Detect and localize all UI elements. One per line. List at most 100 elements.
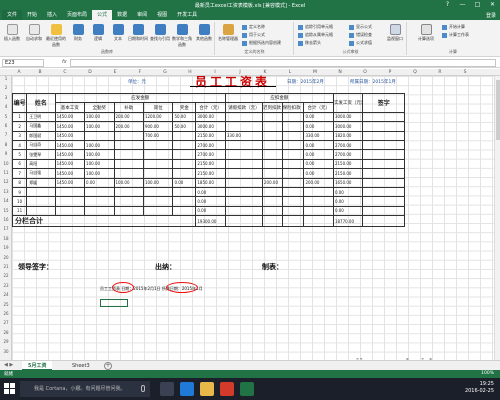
table-cell[interactable] — [303, 215, 334, 228]
table-cell[interactable]: 200.00 — [262, 177, 283, 188]
row-header[interactable]: 22 — [0, 273, 12, 278]
table-cell[interactable]: 200.00 — [303, 177, 334, 188]
watch-window-button[interactable]: 监视窗口 — [385, 24, 405, 42]
table-cell[interactable]: 1850.00 — [195, 177, 226, 188]
row-number[interactable]: 8 — [11, 177, 28, 188]
column-header[interactable]: A — [12, 69, 26, 76]
autosum-button[interactable]: 自动求和 — [24, 24, 44, 42]
row-header[interactable]: 2 — [0, 85, 12, 90]
name-box[interactable]: E23 — [2, 59, 44, 67]
tab-home[interactable]: 开始 — [22, 10, 42, 20]
total-net[interactable]: 18770.00 — [332, 215, 364, 228]
calc-sheet-item[interactable]: 计算工作表 — [442, 32, 469, 38]
row-header[interactable]: 9 — [0, 151, 12, 156]
table-cell[interactable] — [172, 149, 197, 160]
table-cell[interactable]: 2150.00 — [332, 158, 364, 170]
table-cell[interactable]: 3000.00 — [195, 121, 226, 132]
column-header[interactable]: S — [454, 69, 476, 76]
table-cell[interactable] — [172, 168, 197, 179]
zoom-level[interactable]: 100% — [481, 371, 494, 376]
row-header[interactable]: 6 — [0, 123, 12, 128]
column-header[interactable]: C — [54, 69, 76, 76]
table-cell[interactable] — [281, 205, 305, 217]
table-cell[interactable] — [172, 205, 197, 217]
signature-cell[interactable] — [362, 121, 405, 132]
table-cell[interactable]: 1450.00 — [54, 139, 86, 151]
table-cell[interactable] — [281, 149, 305, 160]
table-cell[interactable] — [224, 168, 264, 179]
create-from-selection-item[interactable]: 根据所选内容创建 — [242, 40, 281, 46]
table-cell[interactable]: 100.00 — [84, 168, 115, 179]
name-manager-button[interactable]: 名称管理器 — [218, 24, 238, 42]
table-cell[interactable]: 2150.00 — [195, 130, 226, 141]
column-header[interactable]: L — [279, 69, 301, 76]
table-cell[interactable]: 0.00 — [332, 205, 364, 217]
signature-cell[interactable] — [362, 111, 405, 123]
system-clock[interactable]: 19:25 2016-02-25 — [465, 381, 494, 395]
table-cell[interactable] — [172, 196, 197, 207]
employee-name[interactable]: 郎国斌 — [26, 130, 56, 141]
logical-button[interactable]: 逻辑 — [88, 24, 108, 42]
signature-cell[interactable] — [362, 205, 405, 217]
table-cell[interactable] — [84, 196, 115, 207]
table-cell[interactable]: 1450.00 — [54, 158, 86, 170]
selected-cell[interactable] — [100, 299, 128, 307]
column-header[interactable]: E — [104, 69, 126, 76]
row-number[interactable]: 4 — [11, 139, 28, 151]
table-cell[interactable] — [281, 215, 305, 228]
table-cell[interactable]: 100.00 — [113, 177, 144, 188]
table-cell[interactable] — [281, 168, 305, 179]
column-header[interactable]: N — [329, 69, 351, 76]
table-cell[interactable]: 1820.00 — [332, 130, 364, 141]
signature-cell[interactable] — [362, 158, 405, 170]
row-header[interactable]: 24 — [0, 292, 12, 297]
row-number[interactable]: 7 — [11, 168, 28, 179]
tab-insert[interactable]: 插入 — [42, 10, 62, 20]
table-cell[interactable] — [224, 149, 264, 160]
table-cell[interactable] — [172, 139, 197, 151]
table-cell[interactable]: 1450.00 — [54, 121, 86, 132]
table-cell[interactable] — [224, 215, 264, 228]
table-cell[interactable] — [262, 186, 283, 198]
row-header[interactable]: 13 — [0, 189, 12, 194]
table-cell[interactable] — [262, 158, 283, 170]
tab-page-layout[interactable]: 页面布局 — [62, 10, 92, 20]
row-header[interactable]: 27 — [0, 320, 12, 325]
table-cell[interactable]: 0.00 — [84, 177, 115, 188]
row-header[interactable]: 18 — [0, 236, 12, 241]
employee-name[interactable]: 郑媛 — [26, 177, 56, 188]
row-header[interactable]: 10 — [0, 161, 12, 166]
lookup-button[interactable]: 查找与引用 — [150, 24, 170, 42]
row-header[interactable]: 15 — [0, 208, 12, 213]
column-header[interactable]: G — [154, 69, 176, 76]
signature-cell[interactable] — [362, 215, 405, 228]
table-cell[interactable] — [262, 168, 283, 179]
column-header[interactable]: B — [29, 69, 51, 76]
table-cell[interactable] — [262, 205, 283, 217]
table-cell[interactable] — [303, 186, 334, 198]
total-sum[interactable]: 19300.00 — [195, 215, 226, 228]
table-cell[interactable]: 3000.00 — [332, 121, 364, 132]
row-header[interactable]: 14 — [0, 198, 12, 203]
chrome-icon[interactable] — [220, 382, 234, 396]
row-number[interactable]: 10 — [11, 196, 28, 207]
table-cell[interactable]: 50.00 — [172, 111, 197, 123]
close-button[interactable]: ✕ — [488, 1, 497, 9]
table-cell[interactable]: 100.00 — [84, 121, 115, 132]
row-header[interactable]: 16 — [0, 217, 12, 222]
table-cell[interactable] — [224, 205, 264, 217]
maximize-button[interactable]: □ — [473, 1, 482, 9]
row-header[interactable]: 1 — [0, 76, 12, 81]
row-header[interactable]: 11 — [0, 170, 12, 175]
table-cell[interactable]: 0.00 — [303, 168, 334, 179]
error-checking-item[interactable]: 错误检查 — [349, 32, 372, 38]
table-cell[interactable] — [142, 168, 174, 179]
table-cell[interactable]: 3000.00 — [195, 111, 226, 123]
table-cell[interactable]: 2150.00 — [332, 168, 364, 179]
employee-name[interactable] — [26, 186, 56, 198]
table-cell[interactable] — [262, 196, 283, 207]
table-cell[interactable] — [281, 121, 305, 132]
table-cell[interactable]: 3000.00 — [332, 111, 364, 123]
column-header[interactable]: R — [429, 69, 451, 76]
add-sheet-icon[interactable]: + — [104, 362, 112, 370]
